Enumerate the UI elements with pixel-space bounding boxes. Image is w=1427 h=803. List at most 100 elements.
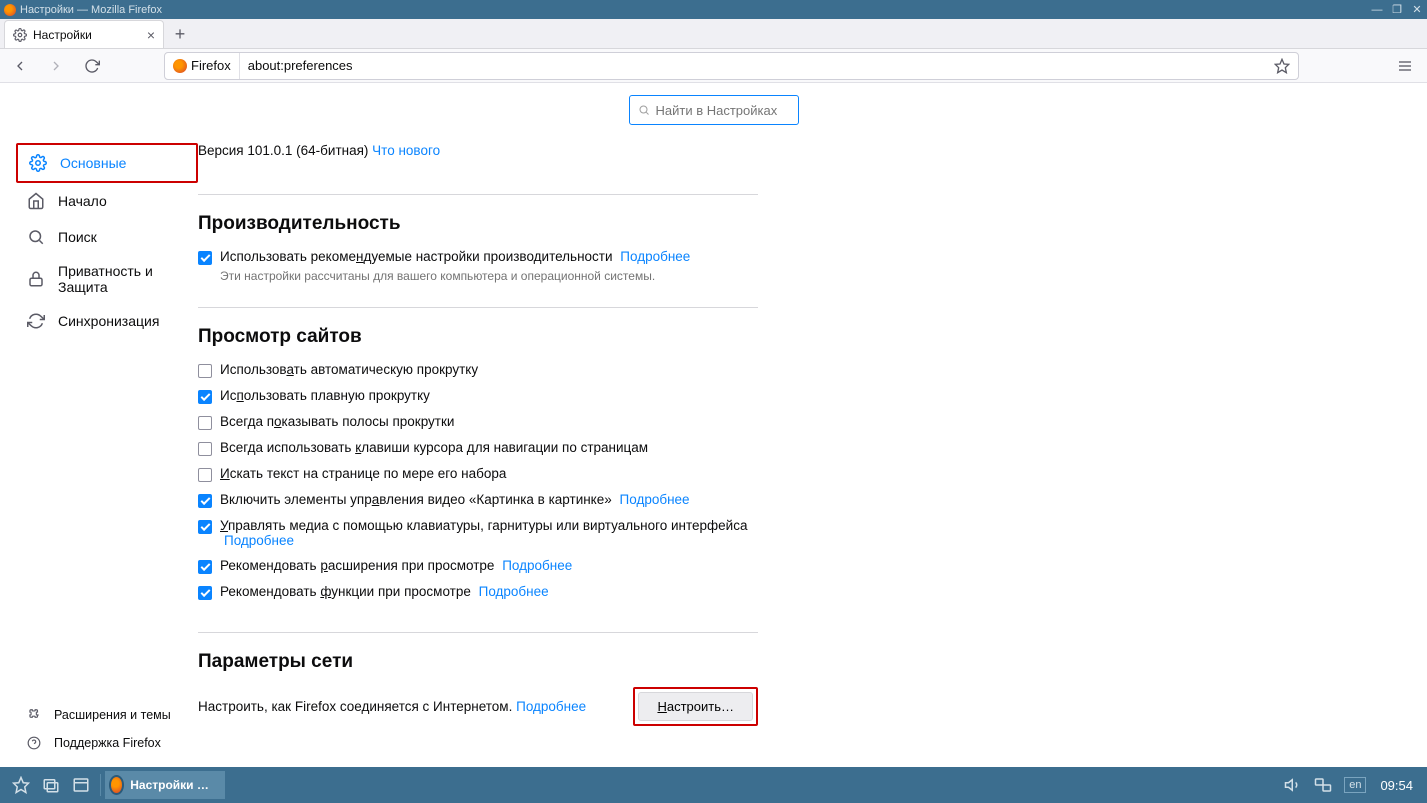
start-menu-button[interactable]: [6, 770, 36, 800]
browsing-label-6: Управлять медиа с помощью клавиатуры, га…: [220, 518, 758, 548]
category-search[interactable]: Поиск: [16, 219, 198, 255]
support-link[interactable]: Поддержка Firefox: [16, 729, 198, 757]
home-icon: [26, 191, 46, 211]
version-text: Версия 101.0.1 (64-битная): [198, 143, 368, 158]
search-input[interactable]: [656, 103, 790, 118]
whats-new-link[interactable]: Что нового: [372, 143, 440, 158]
browsing-label-1: Использовать плавную прокрутку: [220, 388, 430, 403]
learn-more-link[interactable]: Подробнее: [502, 558, 572, 573]
browsing-checkbox-3[interactable]: [198, 442, 212, 456]
category-label: Начало: [58, 193, 107, 209]
browsing-row: Рекомендовать функции при просмотре Подр…: [198, 584, 758, 600]
os-taskbar: Настройки — Mozi… en 09:54: [0, 767, 1427, 803]
tab-settings[interactable]: Настройки ×: [4, 20, 164, 48]
volume-icon[interactable]: [1278, 770, 1308, 800]
learn-more-link[interactable]: Подробнее: [620, 492, 690, 507]
main-panel: Версия 101.0.1 (64-битная) Что нового Пр…: [198, 83, 1427, 767]
network-settings-button[interactable]: Настроить…: [638, 692, 753, 721]
perf-recommended-label: Использовать рекомендуемые настройки про…: [220, 249, 690, 264]
network-text: Настроить, как Firefox соединяется с Инт…: [198, 699, 586, 714]
firefox-logo-icon: [4, 4, 16, 16]
window-maximize-button[interactable]: ❐: [1387, 0, 1407, 19]
section-divider: [198, 194, 758, 195]
urlbar[interactable]: Firefox about:preferences: [164, 52, 1299, 80]
file-manager-button[interactable]: [66, 770, 96, 800]
navbar: Firefox about:preferences: [0, 49, 1427, 83]
tabstrip: Настройки × +: [0, 19, 1427, 49]
firefox-logo-icon: [109, 775, 124, 795]
performance-heading: Производительность: [198, 213, 758, 235]
url-text: about:preferences: [240, 58, 1266, 73]
network-icon[interactable]: [1308, 770, 1338, 800]
os-titlebar: Настройки — Mozilla Firefox — ❐ ✕: [0, 0, 1427, 19]
category-label: Поиск: [58, 229, 97, 245]
browsing-heading: Просмотр сайтов: [198, 326, 758, 348]
question-icon: [26, 735, 42, 751]
category-label: Синхронизация: [58, 313, 159, 329]
window-close-button[interactable]: ✕: [1407, 0, 1427, 19]
extensions-label: Расширения и темы: [54, 708, 171, 722]
perf-desc: Эти настройки рассчитаны для вашего комп…: [220, 269, 758, 283]
category-home[interactable]: Начало: [16, 183, 198, 219]
tab-close-button[interactable]: ×: [147, 28, 155, 42]
category-general[interactable]: Основные: [16, 143, 198, 183]
new-tab-button[interactable]: +: [166, 20, 194, 48]
identity-box[interactable]: Firefox: [165, 53, 240, 79]
task-view-button[interactable]: [36, 770, 66, 800]
firefox-icon: [173, 59, 187, 73]
back-button[interactable]: [8, 54, 32, 78]
reload-button[interactable]: [80, 54, 104, 78]
identity-label: Firefox: [191, 58, 231, 73]
category-sync[interactable]: Синхронизация: [16, 303, 198, 339]
learn-more-link[interactable]: Подробнее: [224, 533, 294, 548]
browsing-checkbox-2[interactable]: [198, 416, 212, 430]
tab-label: Настройки: [33, 28, 92, 42]
learn-more-link[interactable]: Подробнее: [479, 584, 549, 599]
browsing-row: Всегда использовать клавиши курсора для …: [198, 440, 758, 456]
browsing-label-2: Всегда показывать полосы прокрутки: [220, 414, 454, 429]
perf-recommended-checkbox[interactable]: [198, 251, 212, 265]
browsing-row: Использовать плавную прокрутку: [198, 388, 758, 404]
support-label: Поддержка Firefox: [54, 736, 161, 750]
taskbar-clock[interactable]: 09:54: [1380, 778, 1413, 793]
version-row: Версия 101.0.1 (64-битная) Что нового: [198, 143, 758, 158]
learn-more-link[interactable]: Подробнее: [620, 249, 690, 264]
app-menu-button[interactable]: [1391, 52, 1419, 80]
browsing-label-4: Искать текст на странице по мере его наб…: [220, 466, 506, 481]
browsing-checkbox-5[interactable]: [198, 494, 212, 508]
window-minimize-button[interactable]: —: [1367, 0, 1387, 19]
sync-icon: [26, 311, 46, 331]
learn-more-link[interactable]: Подробнее: [516, 699, 586, 714]
category-privacy[interactable]: Приватность и Защита: [16, 255, 198, 303]
taskbar-firefox-task[interactable]: Настройки — Mozi…: [105, 771, 225, 799]
section-divider: [198, 307, 758, 308]
browsing-checkbox-6[interactable]: [198, 520, 212, 534]
forward-button[interactable]: [44, 54, 68, 78]
bookmark-star-icon[interactable]: [1266, 58, 1298, 74]
browsing-label-0: Использовать автоматическую прокрутку: [220, 362, 478, 377]
network-heading: Параметры сети: [198, 651, 758, 673]
section-divider: [198, 632, 758, 633]
window-title: Настройки — Mozilla Firefox: [20, 4, 162, 16]
preferences-content: Основные Начало Поиск Приватность и Защи…: [0, 83, 1427, 767]
browsing-row: Включить элементы управления видео «Карт…: [198, 492, 758, 508]
taskbar-task-label: Настройки — Mozi…: [130, 778, 215, 792]
browsing-checkbox-0[interactable]: [198, 364, 212, 378]
browsing-label-5: Включить элементы управления видео «Карт…: [220, 492, 690, 507]
browsing-checkbox-8[interactable]: [198, 586, 212, 600]
browsing-checkbox-1[interactable]: [198, 390, 212, 404]
browsing-row: Использовать автоматическую прокрутку: [198, 362, 758, 378]
gear-icon: [28, 153, 48, 173]
puzzle-icon: [26, 707, 42, 723]
browsing-checkbox-7[interactable]: [198, 560, 212, 574]
browsing-row: Всегда показывать полосы прокрутки: [198, 414, 758, 430]
browsing-label-3: Всегда использовать клавиши курсора для …: [220, 440, 648, 455]
browsing-label-7: Рекомендовать расширения при просмотре П…: [220, 558, 572, 573]
keyboard-lang-indicator[interactable]: en: [1344, 777, 1366, 793]
lock-icon: [26, 269, 46, 289]
extensions-link[interactable]: Расширения и темы: [16, 701, 198, 729]
browsing-checkbox-4[interactable]: [198, 468, 212, 482]
preferences-search[interactable]: [629, 95, 799, 125]
search-icon: [26, 227, 46, 247]
perf-recommended-row: Использовать рекомендуемые настройки про…: [198, 249, 758, 265]
